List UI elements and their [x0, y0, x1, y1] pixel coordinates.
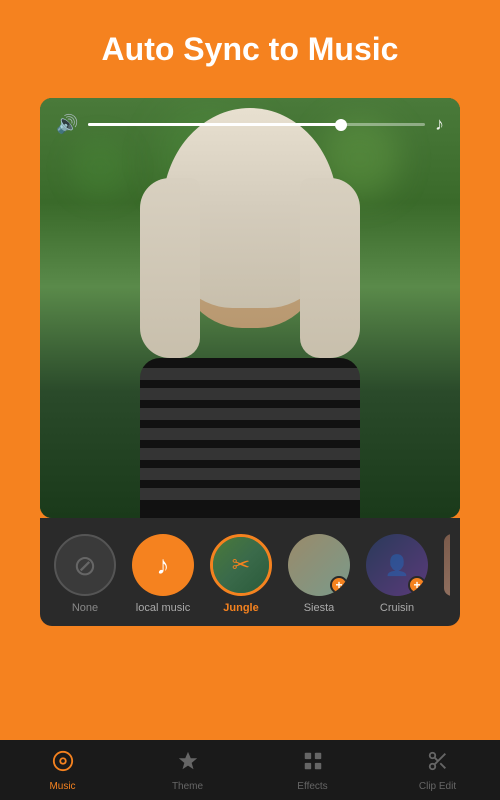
- person-hair-left: [140, 178, 200, 358]
- nav-item-theme[interactable]: Theme: [125, 750, 250, 792]
- nav-item-effects[interactable]: Effects: [250, 750, 375, 792]
- cruisin-person-icon: 👤: [385, 553, 410, 578]
- person-body: [140, 358, 360, 518]
- nav-label-theme: Theme: [172, 781, 203, 792]
- theme-thumb-jungle: ✂: [210, 534, 272, 596]
- theme-label-local-music: local music: [136, 602, 190, 614]
- theme-panel: ⊘ None ♪ local music ✂ Jungle +: [40, 518, 460, 626]
- playback-bar: 🔊 ♪: [56, 114, 444, 135]
- theme-list: ⊘ None ♪ local music ✂ Jungle +: [50, 534, 450, 614]
- video-bg: [40, 98, 460, 518]
- header: Auto Sync to Music: [0, 0, 500, 88]
- nav-item-music[interactable]: Music: [0, 750, 125, 792]
- jungle-bg: ✂: [213, 537, 269, 593]
- music-nav-icon: [52, 750, 74, 778]
- video-player: 🔊 ♪: [40, 98, 460, 518]
- nav-label-effects: Effects: [297, 781, 327, 792]
- progress-track[interactable]: [88, 123, 425, 126]
- theme-thumb-cruisin: 👤 +: [366, 534, 428, 596]
- no-icon: ⊘: [73, 549, 96, 582]
- bottom-nav: Music Theme Effects: [0, 740, 500, 800]
- clip-edit-nav-icon: [427, 750, 449, 778]
- theme-item-cruisin[interactable]: 👤 + Cruisin: [366, 534, 428, 614]
- person-hair-right: [300, 178, 360, 358]
- speaker-icon: 🔊: [56, 114, 78, 135]
- progress-thumb: [335, 119, 347, 131]
- page-title: Auto Sync to Music: [20, 30, 480, 68]
- theme-nav-icon: [177, 750, 199, 778]
- jungle-scissors-icon: ✂: [232, 552, 250, 578]
- theme-item-siesta[interactable]: + Siesta: [288, 534, 350, 614]
- progress-fill: [88, 123, 340, 126]
- theme-label-none: None: [72, 602, 98, 614]
- theme-label-siesta: Siesta: [304, 602, 335, 614]
- partial-bg: [444, 534, 450, 596]
- theme-item-local-music[interactable]: ♪ local music: [132, 534, 194, 614]
- theme-label-cruisin: Cruisin: [380, 602, 414, 614]
- siesta-add-badge: +: [330, 576, 348, 594]
- theme-thumb-siesta: +: [288, 534, 350, 596]
- theme-item-partial[interactable]: Ju: [444, 534, 450, 614]
- effects-nav-icon: [302, 750, 324, 778]
- music-icon: ♪: [157, 550, 170, 581]
- cruisin-add-badge: +: [408, 576, 426, 594]
- nav-label-music: Music: [49, 781, 75, 792]
- theme-thumb-local-music: ♪: [132, 534, 194, 596]
- nav-label-clip-edit: Clip Edit: [419, 781, 456, 792]
- theme-thumb-partial: [444, 534, 450, 596]
- theme-thumb-none: ⊘: [54, 534, 116, 596]
- nav-item-clip-edit[interactable]: Clip Edit: [375, 750, 500, 792]
- theme-item-jungle[interactable]: ✂ Jungle: [210, 534, 272, 614]
- theme-item-none[interactable]: ⊘ None: [54, 534, 116, 614]
- music-note-icon: ♪: [435, 114, 444, 135]
- theme-label-jungle: Jungle: [223, 602, 258, 614]
